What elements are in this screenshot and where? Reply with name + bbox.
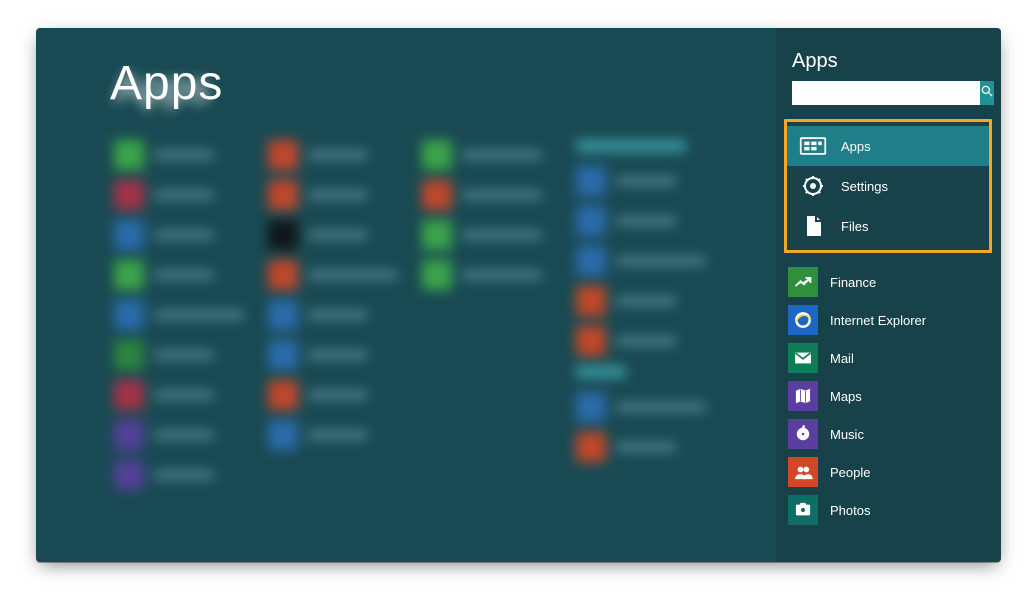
suggestion-label: Finance <box>830 275 876 290</box>
people-icon <box>788 457 818 487</box>
suggestion-label: Photos <box>830 503 870 518</box>
suggestion-photos[interactable]: Photos <box>788 491 989 529</box>
suggestion-maps[interactable]: Maps <box>788 377 989 415</box>
suggestion-label: Music <box>830 427 864 442</box>
search-scope-label: Apps <box>841 139 871 154</box>
search-button[interactable] <box>980 81 994 105</box>
suggestion-internet-explorer[interactable]: Internet Explorer <box>788 301 989 339</box>
search-scope-settings[interactable]: Settings <box>787 166 989 206</box>
search-scope-label: Settings <box>841 179 888 194</box>
suggestion-label: Internet Explorer <box>830 313 926 328</box>
search-scope-label: Files <box>841 219 868 234</box>
search-scope-files[interactable]: Files <box>787 206 989 246</box>
search-scope-highlight: Apps Settings Fi <box>784 119 992 253</box>
mail-icon <box>788 343 818 373</box>
maps-icon <box>788 381 818 411</box>
suggestion-mail[interactable]: Mail <box>788 339 989 377</box>
search-icon <box>980 84 994 103</box>
file-icon <box>797 212 829 240</box>
search-suggestions: Finance Internet Explorer Mail <box>776 263 1001 529</box>
page-title: Apps <box>110 56 223 111</box>
search-input[interactable] <box>792 81 980 105</box>
music-icon <box>788 419 818 449</box>
suggestion-people[interactable]: People <box>788 453 989 491</box>
search-scope-apps[interactable]: Apps <box>787 126 989 166</box>
search-row <box>792 81 985 105</box>
apps-grid-icon <box>797 132 829 160</box>
window-frame: Apps <box>36 28 1001 562</box>
ie-icon <box>788 305 818 335</box>
suggestion-label: Maps <box>830 389 862 404</box>
suggestion-label: Mail <box>830 351 854 366</box>
suggestion-label: People <box>830 465 870 480</box>
search-pane-title: Apps <box>792 50 1001 73</box>
gear-icon <box>797 172 829 200</box>
finance-icon <box>788 267 818 297</box>
suggestion-music[interactable]: Music <box>788 415 989 453</box>
screenshot-root: Apps <box>0 0 1023 597</box>
suggestion-finance[interactable]: Finance <box>788 263 989 301</box>
search-pane: Apps <box>776 28 1001 562</box>
photos-icon <box>788 495 818 525</box>
